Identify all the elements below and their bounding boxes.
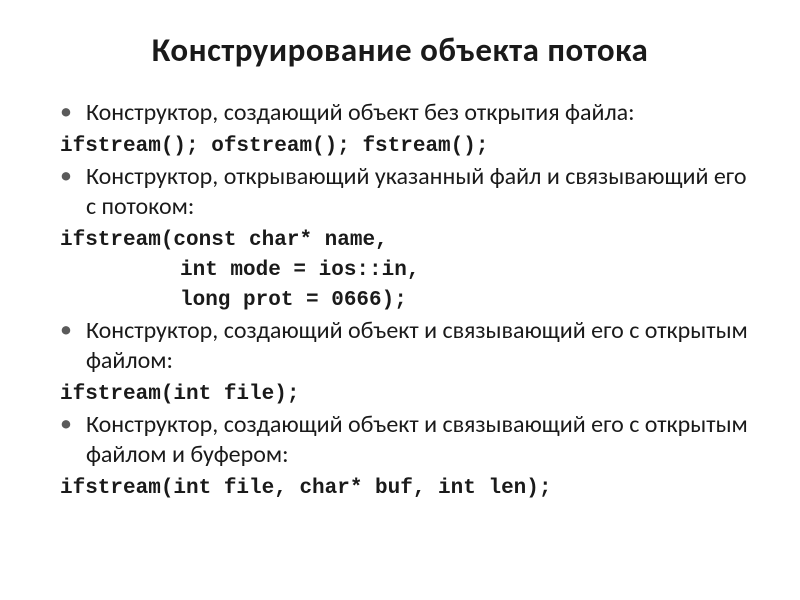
bullet-icon: • bbox=[60, 162, 72, 190]
list-item: • Конструктор, открывающий указанный фай… bbox=[60, 162, 750, 222]
bullet-icon: • bbox=[60, 316, 72, 344]
bullet-text: Конструктор, открывающий указанный файл … bbox=[86, 162, 750, 222]
bullet-icon: • bbox=[60, 410, 72, 438]
bullet-text: Конструктор, создающий объект и связываю… bbox=[86, 410, 750, 470]
code-line: ifstream(int file, char* buf, int len); bbox=[60, 474, 750, 504]
code-line: ifstream(); ofstream(); fstream(); bbox=[60, 132, 750, 162]
list-item: • Конструктор, создающий объект и связыв… bbox=[60, 410, 750, 470]
list-item: • Конструктор, создающий объект без откр… bbox=[60, 98, 750, 128]
slide-content: • Конструктор, создающий объект без откр… bbox=[50, 98, 750, 504]
list-item: • Конструктор, создающий объект и связыв… bbox=[60, 316, 750, 376]
slide-title: Конструирование объекта потока bbox=[50, 30, 750, 70]
bullet-text: Конструктор, создающий объект без открыт… bbox=[86, 98, 635, 128]
code-line: ifstream(const char* name, bbox=[60, 226, 750, 256]
bullet-text: Конструктор, создающий объект и связываю… bbox=[86, 316, 750, 376]
bullet-icon: • bbox=[60, 98, 72, 126]
code-line: long prot = 0666); bbox=[60, 286, 750, 316]
code-line: int mode = ios::in, bbox=[60, 256, 750, 286]
code-line: ifstream(int file); bbox=[60, 380, 750, 410]
